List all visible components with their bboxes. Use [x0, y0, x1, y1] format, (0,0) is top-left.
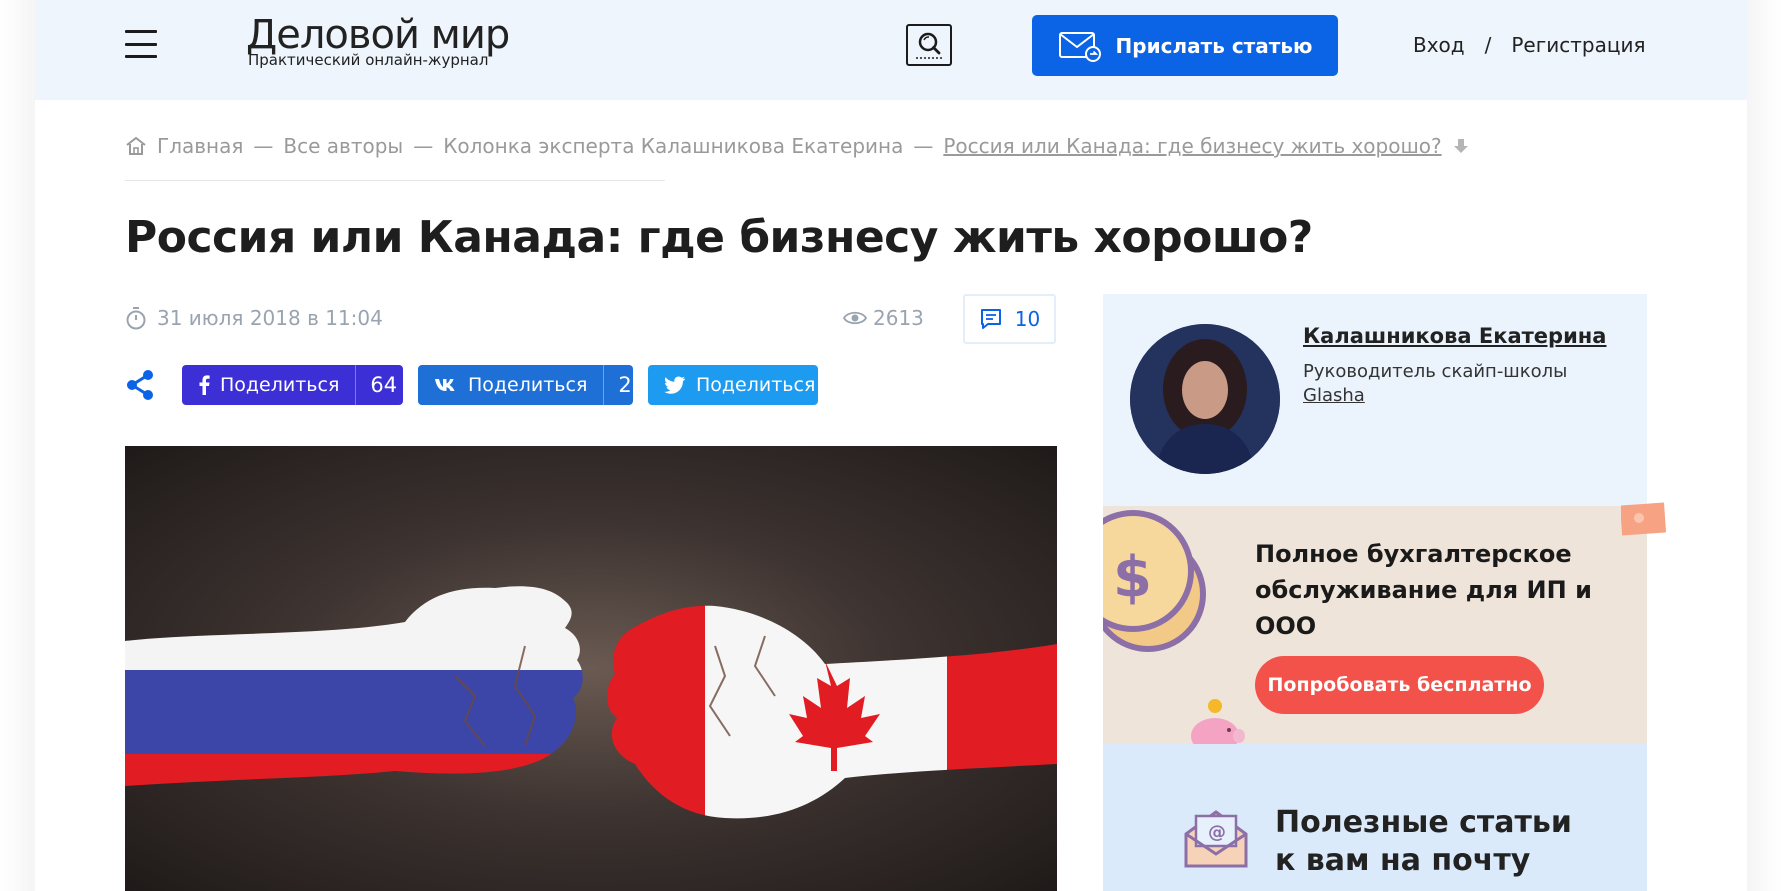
site-logo[interactable]: Деловой мир Практический онлайн-журнал: [246, 12, 510, 69]
comment-icon: [980, 309, 1001, 329]
coins-icon: $: [1103, 510, 1206, 652]
breadcrumb-separator: —: [253, 134, 274, 158]
breadcrumb-separator: —: [913, 134, 934, 158]
money-sticker-icon: [1621, 502, 1667, 536]
facebook-share-count: 64: [355, 365, 411, 405]
newsletter-card[interactable]: @ Полезные статьи к вам на почту: [1103, 744, 1647, 891]
twitter-icon: [664, 376, 685, 394]
search-button[interactable]: [906, 24, 952, 66]
twitter-share-label: Поделиться: [696, 374, 816, 396]
twitter-share-button[interactable]: Поделиться: [648, 365, 818, 405]
vk-share-count: 2: [603, 365, 645, 405]
breadcrumb-divider: [125, 180, 665, 181]
article-views: 2613: [843, 306, 924, 330]
author-name[interactable]: Калашникова Екатерина: [1303, 324, 1606, 348]
comments-count: 10: [1014, 307, 1041, 331]
auth-separator: /: [1484, 33, 1492, 57]
ad-text: Полное бухгалтерское обслуживание для ИП…: [1255, 540, 1592, 640]
vk-icon: [435, 379, 455, 391]
article-date: 31 июля 2018 в 11:04: [125, 306, 383, 330]
mail-send-icon: [1058, 31, 1101, 62]
email-envelope-icon: @: [1184, 810, 1248, 868]
svg-text:@: @: [1208, 822, 1226, 843]
vk-share-button[interactable]: Поделиться 2: [418, 365, 633, 405]
page-shadow-left: [0, 0, 35, 891]
author-photo: [1130, 324, 1280, 474]
author-card: Калашникова Екатерина Руководитель скайп…: [1103, 294, 1647, 506]
logo-subtitle: Практический онлайн-журнал: [248, 51, 489, 69]
accounting-ad[interactable]: $ Полное бухгалтерское обслуживание для …: [1103, 502, 1667, 758]
search-icon: [916, 32, 942, 59]
breadcrumb-separator: —: [413, 134, 434, 158]
svg-text:$: $: [1113, 545, 1152, 610]
page-shadow-right: [1747, 0, 1782, 891]
menu-icon[interactable]: [125, 30, 157, 58]
ad-try-free-button[interactable]: Попробовать бесплатно: [1255, 656, 1544, 714]
breadcrumb-item-authors[interactable]: Все авторы: [283, 134, 403, 158]
views-count: 2613: [873, 306, 924, 330]
facebook-icon: [199, 375, 210, 395]
stopwatch-icon: [126, 307, 146, 330]
newsletter-line-1: Полезные статьи: [1275, 805, 1572, 840]
breadcrumb-item-home[interactable]: Главная: [157, 134, 243, 158]
article-date-text: 31 июля 2018 в 11:04: [157, 306, 383, 330]
newsletter-line-2: к вам на почту: [1275, 843, 1531, 878]
flags-fists-illustration: [125, 586, 1057, 819]
comments-button[interactable]: 10: [963, 294, 1056, 344]
share-icon: [125, 369, 155, 405]
vk-share-label: Поделиться: [468, 374, 588, 396]
send-article-label: Прислать статью: [1115, 33, 1313, 58]
register-link[interactable]: Регистрация: [1511, 33, 1645, 57]
send-article-button[interactable]: Прислать статью: [1032, 15, 1338, 76]
home-icon[interactable]: [125, 136, 147, 156]
article-title: Россия или Канада: где бизнесу жить хоро…: [125, 212, 1313, 263]
arrow-down-icon[interactable]: [1452, 137, 1470, 155]
auth-links: Вход / Регистрация: [1413, 33, 1646, 57]
breadcrumb-item-column[interactable]: Колонка эксперта Калашникова Екатерина: [443, 134, 903, 158]
facebook-share-button[interactable]: Поделиться 64: [182, 365, 403, 405]
newsletter-text: Полезные статьи к вам на почту: [1275, 804, 1572, 880]
facebook-share-label: Поделиться: [220, 374, 340, 396]
login-link[interactable]: Вход: [1413, 33, 1465, 57]
breadcrumb: Главная — Все авторы — Колонка эксперта …: [125, 134, 1470, 158]
eye-icon: [843, 311, 867, 325]
author-role-text: Руководитель скайп-школы: [1303, 361, 1568, 382]
article-hero-image: [125, 446, 1057, 891]
author-company-link[interactable]: Glasha: [1303, 384, 1623, 408]
author-role: Руководитель скайп-школы Glasha: [1303, 360, 1623, 408]
breadcrumb-current[interactable]: Россия или Канада: где бизнесу жить хоро…: [943, 134, 1441, 158]
author-avatar[interactable]: [1130, 324, 1280, 474]
